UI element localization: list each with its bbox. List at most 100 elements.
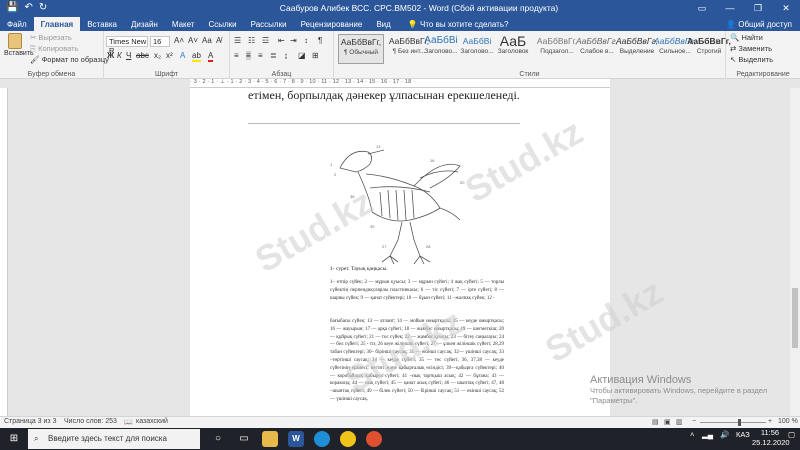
shading-icon[interactable]: ◪ bbox=[298, 51, 306, 60]
clear-format-icon[interactable]: A̸ bbox=[216, 36, 221, 45]
language-indicator[interactable]: казахский bbox=[136, 418, 168, 425]
italic-button[interactable]: К bbox=[117, 51, 122, 60]
font-group: Times New R 16 A˄ A˅ Aa A̸ Ж К Ч abc x₂ … bbox=[104, 31, 230, 79]
volume-icon[interactable]: 🔊 bbox=[720, 430, 729, 439]
pilcrow-icon[interactable]: ¶ bbox=[318, 36, 322, 45]
tab-references[interactable]: Ссылки bbox=[201, 17, 243, 32]
align-center-icon[interactable]: ≡ bbox=[246, 51, 251, 60]
copy-button[interactable]: ⎘ Копировать bbox=[30, 44, 78, 54]
tab-layout[interactable]: Макет bbox=[165, 17, 202, 32]
input-language[interactable]: КАЗ bbox=[736, 430, 750, 439]
task-view-icon[interactable]: ▭ bbox=[236, 431, 252, 447]
cortana-icon[interactable]: ○ bbox=[210, 431, 226, 447]
tab-insert[interactable]: Вставка bbox=[80, 17, 124, 32]
page-separator bbox=[248, 123, 520, 124]
scrollbar-thumb[interactable] bbox=[792, 288, 798, 348]
font-group-label: Шрифт bbox=[154, 71, 179, 78]
align-left-icon[interactable]: ≡ bbox=[234, 51, 239, 60]
read-mode-icon[interactable]: ▤ bbox=[652, 418, 659, 426]
file-explorer-icon[interactable] bbox=[262, 431, 278, 447]
bold-button[interactable]: Ж bbox=[107, 51, 114, 60]
text-effects-icon[interactable]: A bbox=[180, 51, 185, 60]
select-button[interactable]: ↖ Выделить bbox=[730, 55, 773, 65]
shrink-font-icon[interactable]: A˅ bbox=[188, 36, 198, 45]
proofing-icon[interactable]: 📖 bbox=[124, 418, 133, 426]
multilevel-list-icon[interactable]: ☲ bbox=[262, 36, 269, 45]
underline-button[interactable]: Ч bbox=[126, 51, 131, 60]
search-icon: 🔍 bbox=[730, 33, 742, 42]
change-case-icon[interactable]: Aa bbox=[202, 36, 212, 45]
chrome-browser-icon[interactable] bbox=[340, 431, 356, 447]
web-layout-icon[interactable]: ▥ bbox=[676, 418, 683, 426]
ribbon-options-icon[interactable]: ▭ bbox=[688, 0, 716, 16]
minimize-button[interactable]: — bbox=[716, 0, 744, 16]
tab-mailings[interactable]: Рассылки bbox=[244, 17, 294, 32]
windows-activation-notice: Активация Windows Чтобы активировать Win… bbox=[590, 374, 768, 405]
format-painter-button[interactable]: 🖌 Формат по образцу bbox=[30, 55, 109, 65]
grow-font-icon[interactable]: A˄ bbox=[174, 36, 184, 45]
tab-home[interactable]: Главная bbox=[33, 17, 81, 32]
justify-icon[interactable]: ≣ bbox=[270, 51, 277, 60]
subscript-button[interactable]: x₂ bbox=[154, 51, 161, 60]
chrome-alt-icon[interactable] bbox=[366, 431, 382, 447]
find-button[interactable]: 🔍 Найти bbox=[730, 33, 763, 43]
increase-indent-icon[interactable]: ⇥ bbox=[290, 36, 297, 45]
vertical-scrollbar[interactable] bbox=[790, 88, 800, 416]
tray-chevron-icon[interactable]: ˄ bbox=[690, 430, 694, 439]
undo-icon[interactable]: ↶ bbox=[24, 0, 32, 16]
styles-group-label: Стили bbox=[519, 71, 540, 78]
network-icon[interactable]: ▂▄ bbox=[702, 430, 713, 439]
highlight-icon[interactable]: ab bbox=[192, 51, 201, 62]
bullets-icon[interactable]: ☰ bbox=[234, 36, 241, 45]
align-right-icon[interactable]: ≡ bbox=[258, 51, 263, 60]
tab-file[interactable]: Файл bbox=[0, 17, 34, 32]
document-page[interactable]: етімен, борпылдақ дәнекер ұлпасынан ерек… bbox=[190, 88, 610, 416]
vertical-ruler[interactable] bbox=[0, 88, 8, 416]
horizontal-ruler[interactable]: · 3 · 2 · 1 · ⊥ · 1 · 2 · 3 · 4 · 5 · 6 … bbox=[190, 79, 610, 88]
zoom-out-button[interactable]: − bbox=[692, 418, 696, 425]
word-count[interactable]: Число слов: 253 bbox=[64, 418, 117, 425]
svg-text:28: 28 bbox=[426, 244, 431, 249]
svg-text:1: 1 bbox=[330, 162, 333, 167]
taskbar-search-input[interactable]: ⌕ Введите здесь текст для поиска bbox=[28, 429, 200, 449]
figure-caption: 1- сурет. Тауық қаңқасы. bbox=[330, 266, 388, 272]
redo-icon[interactable]: ↻ bbox=[39, 0, 47, 16]
tell-me-search[interactable]: 💡 Что вы хотите сделать? bbox=[398, 17, 726, 32]
numbering-icon[interactable]: ☷ bbox=[248, 36, 255, 45]
zoom-in-button[interactable]: + bbox=[768, 418, 772, 425]
cut-button[interactable]: ✂ Вырезать bbox=[30, 33, 72, 43]
edge-browser-icon[interactable] bbox=[314, 431, 330, 447]
borders-icon[interactable]: ⊞ bbox=[312, 51, 319, 60]
word-app-icon[interactable]: W bbox=[288, 431, 304, 447]
notifications-icon[interactable]: ▢ bbox=[788, 430, 795, 439]
clipboard-icon bbox=[8, 33, 22, 49]
tab-view[interactable]: Вид bbox=[369, 17, 397, 32]
taskbar: ⊞ ⌕ Введите здесь текст для поиска ○ ▭ W… bbox=[0, 428, 800, 450]
style-normal[interactable]: АаБбВвГг, ¶ Обычный bbox=[338, 34, 384, 64]
windows-start-icon[interactable]: ⊞ bbox=[6, 431, 22, 447]
font-color-icon[interactable]: A bbox=[208, 51, 214, 62]
zoom-slider[interactable] bbox=[700, 422, 766, 423]
page-counter[interactable]: Страница 3 из 3 bbox=[4, 418, 56, 425]
line-spacing-icon[interactable]: ↨ bbox=[284, 51, 288, 60]
paste-button[interactable]: Вставить bbox=[4, 33, 34, 59]
strikethrough-button[interactable]: abc bbox=[136, 51, 149, 60]
tab-design[interactable]: Дизайн bbox=[124, 17, 165, 32]
share-button[interactable]: 👤 Общий доступ bbox=[726, 17, 800, 32]
print-layout-icon[interactable]: ▣ bbox=[664, 418, 671, 426]
decrease-indent-icon[interactable]: ⇤ bbox=[278, 36, 285, 45]
clock[interactable]: 11:56 25.12.2020 bbox=[752, 428, 790, 448]
maximize-button[interactable]: ❐ bbox=[744, 0, 772, 16]
tab-review[interactable]: Рецензирование bbox=[294, 17, 370, 32]
close-button[interactable]: ✕ bbox=[772, 0, 800, 16]
replace-button[interactable]: ⇄ Заменить bbox=[730, 44, 772, 54]
font-size-select[interactable]: 16 bbox=[150, 36, 170, 47]
font-name-select[interactable]: Times New R bbox=[106, 36, 148, 55]
sort-icon[interactable]: ↕ bbox=[304, 36, 308, 45]
save-icon[interactable]: 💾 bbox=[6, 0, 18, 16]
superscript-button[interactable]: x² bbox=[166, 51, 173, 60]
style-title[interactable]: АаБ Заголовок bbox=[490, 34, 536, 64]
zoom-level[interactable]: 100 % bbox=[778, 418, 798, 425]
zoom-slider-thumb[interactable] bbox=[738, 419, 741, 426]
svg-text:2: 2 bbox=[334, 172, 337, 177]
